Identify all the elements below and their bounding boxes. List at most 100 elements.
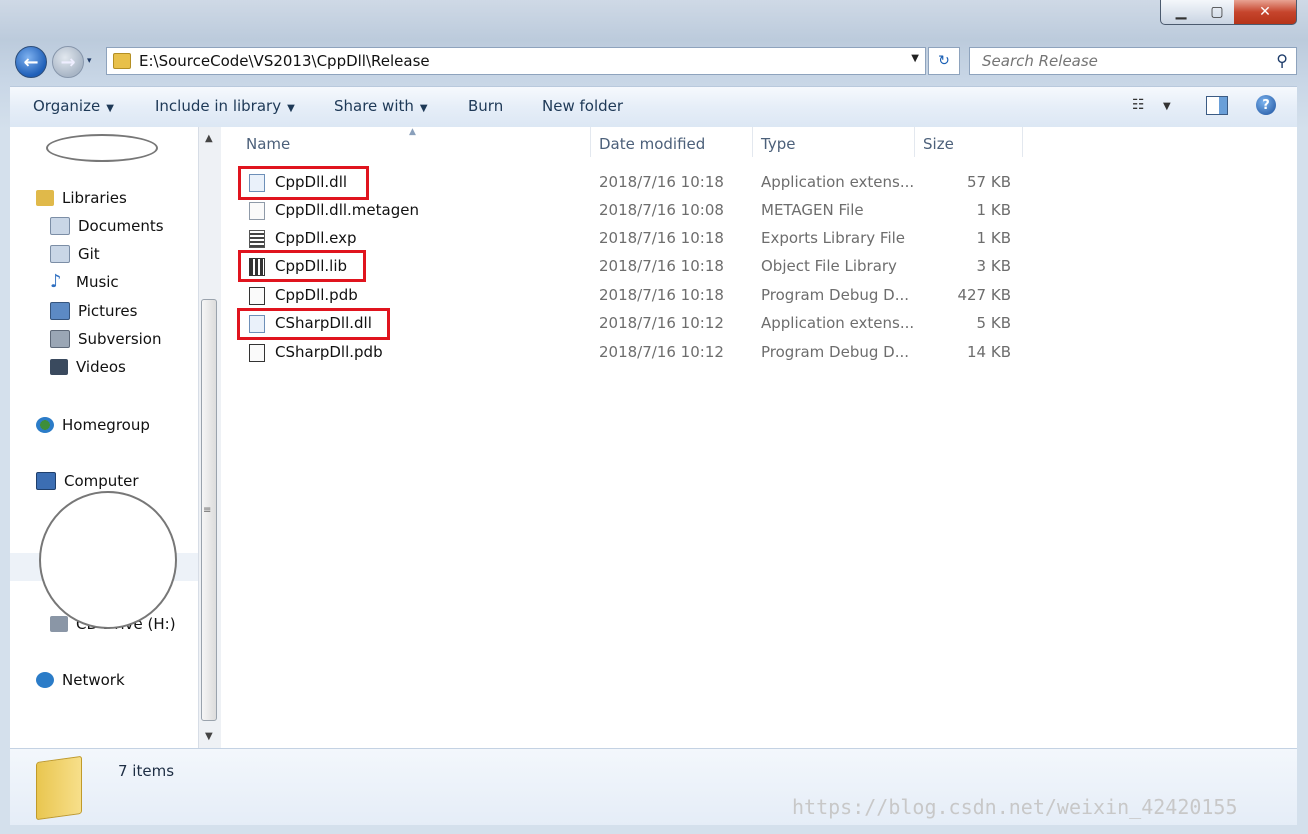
back-button[interactable]: ← bbox=[15, 46, 47, 78]
pdb-file-icon bbox=[249, 344, 265, 362]
explorer-window: ▁ ▢ ✕ ← → ▾ E:\SourceCode\VS2013\CppDll\… bbox=[0, 0, 1308, 834]
folder-icon bbox=[36, 755, 82, 821]
sidebar-item-label: Computer bbox=[64, 472, 139, 490]
address-dropdown-icon[interactable]: ▼ bbox=[911, 53, 919, 64]
sidebar-item-label: Network bbox=[62, 671, 125, 689]
file-type: Application extens... bbox=[761, 314, 915, 332]
sidebar-item-subversion[interactable]: Subversion bbox=[50, 330, 162, 348]
chevron-down-icon: ▼ bbox=[419, 103, 428, 114]
file-size: 14 KB bbox=[967, 343, 1011, 361]
file-size: 57 KB bbox=[967, 173, 1011, 191]
sidebar-item-git[interactable]: Git bbox=[50, 245, 100, 263]
include-in-library-button[interactable]: Include in library ▼ bbox=[155, 97, 295, 115]
address-bar[interactable]: E:\SourceCode\VS2013\CppDll\Release ▼ bbox=[106, 47, 926, 75]
recent-pages-dropdown[interactable]: ▾ bbox=[87, 56, 92, 66]
magnifier-icon[interactable]: ⚲ bbox=[1276, 51, 1288, 70]
organize-button[interactable]: Organize ▼ bbox=[33, 97, 114, 115]
table-row[interactable]: CppDll.exp 2018/7/16 10:18 Exports Libra… bbox=[239, 226, 1039, 252]
redaction-ellipse bbox=[46, 134, 158, 162]
file-date: 2018/7/16 10:12 bbox=[599, 343, 724, 361]
sidebar-item-music[interactable]: ♪ Music bbox=[50, 271, 119, 292]
pictures-icon bbox=[50, 302, 70, 320]
column-header-date[interactable]: Date modified bbox=[599, 135, 705, 153]
column-header-name[interactable]: Name bbox=[246, 135, 290, 153]
sidebar-item-homegroup[interactable]: Homegroup bbox=[36, 416, 150, 434]
computer-icon bbox=[36, 472, 56, 490]
sidebar-item-videos[interactable]: Videos bbox=[50, 358, 126, 376]
column-separator[interactable] bbox=[752, 127, 753, 157]
column-header-type[interactable]: Type bbox=[761, 135, 795, 153]
network-icon bbox=[36, 672, 54, 688]
scroll-down-icon[interactable]: ▼ bbox=[205, 731, 213, 742]
search-input[interactable] bbox=[980, 51, 1264, 71]
sidebar-item-network[interactable]: Network bbox=[36, 671, 125, 689]
highlight-box-cppdll-lib bbox=[238, 250, 366, 282]
file-size: 1 KB bbox=[976, 229, 1011, 247]
command-bar: Organize ▼ Include in library ▼ Share with… bbox=[10, 86, 1297, 128]
sort-ascending-icon: ▲ bbox=[409, 127, 416, 137]
highlight-box-csharpdll-dll bbox=[237, 308, 390, 340]
organize-label: Organize bbox=[33, 97, 101, 115]
file-list: ▲ Name Date modified Type Size CppDll.dl… bbox=[221, 127, 1297, 748]
scroll-up-icon[interactable]: ▲ bbox=[205, 133, 213, 144]
search-box[interactable]: ⚲ bbox=[969, 47, 1297, 75]
highlight-box-cppdll-dll bbox=[238, 166, 369, 200]
git-icon bbox=[50, 245, 70, 263]
table-row[interactable]: CSharpDll.pdb 2018/7/16 10:12 Program De… bbox=[239, 340, 1039, 366]
close-button[interactable]: ✕ bbox=[1234, 0, 1297, 25]
file-type: Exports Library File bbox=[761, 229, 906, 247]
sidebar-item-label: Documents bbox=[78, 217, 164, 235]
file-size: 3 KB bbox=[976, 257, 1011, 275]
music-icon: ♪ bbox=[50, 271, 62, 292]
file-date: 2018/7/16 10:18 bbox=[599, 286, 724, 304]
file-date: 2018/7/16 10:18 bbox=[599, 173, 724, 191]
sidebar-item-label: Pictures bbox=[78, 302, 138, 320]
sidebar-item-libraries[interactable]: Libraries bbox=[36, 189, 127, 207]
homegroup-icon bbox=[36, 417, 54, 433]
pdb-file-icon bbox=[249, 287, 265, 305]
share-label: Share with bbox=[334, 97, 414, 115]
include-label: Include in library bbox=[155, 97, 282, 115]
file-name: CppDll.exp bbox=[275, 229, 357, 247]
sidebar-item-label: Libraries bbox=[62, 189, 127, 207]
maximize-button[interactable]: ▢ bbox=[1200, 0, 1235, 25]
watermark: https://blog.csdn.net/weixin_42420155 bbox=[792, 795, 1238, 819]
file-name: CppDll.dll.metagen bbox=[275, 201, 419, 219]
file-type: Program Debug D... bbox=[761, 343, 910, 361]
file-date: 2018/7/16 10:18 bbox=[599, 229, 724, 247]
column-header-size[interactable]: Size bbox=[923, 135, 954, 153]
sidebar-item-computer[interactable]: Computer bbox=[36, 472, 139, 490]
refresh-button[interactable]: ↻ bbox=[928, 47, 960, 75]
file-date: 2018/7/16 10:12 bbox=[599, 314, 724, 332]
column-separator[interactable] bbox=[914, 127, 915, 157]
table-row[interactable]: CppDll.dll.metagen 2018/7/16 10:08 METAG… bbox=[239, 198, 1039, 224]
exports-file-icon bbox=[249, 230, 265, 248]
scrollbar-grip-icon: ≡ bbox=[203, 505, 212, 516]
file-date: 2018/7/16 10:18 bbox=[599, 257, 724, 275]
sidebar-item-pictures[interactable]: Pictures bbox=[50, 302, 137, 320]
item-count: 7 items bbox=[118, 762, 175, 780]
minimize-button[interactable]: ▁ bbox=[1160, 0, 1202, 25]
forward-button[interactable]: → bbox=[52, 46, 84, 78]
navigation-scrollbar[interactable]: ▲ ≡ ▼ bbox=[198, 127, 221, 748]
file-type: METAGEN File bbox=[761, 201, 864, 219]
table-row[interactable]: CppDll.pdb 2018/7/16 10:18 Program Debug… bbox=[239, 283, 1039, 309]
chevron-down-icon: ▼ bbox=[106, 103, 114, 114]
cd-drive-icon bbox=[50, 616, 68, 632]
help-button[interactable]: ? bbox=[1256, 95, 1276, 115]
views-icon: ☷ bbox=[1132, 97, 1145, 113]
share-with-button[interactable]: Share with ▼ bbox=[334, 97, 428, 115]
redaction-circle bbox=[39, 491, 177, 629]
file-type: Application extens... bbox=[761, 173, 915, 191]
change-view-button[interactable]: ☷ ▼ bbox=[1132, 97, 1171, 113]
videos-icon bbox=[50, 359, 68, 375]
preview-pane-icon[interactable] bbox=[1206, 96, 1228, 115]
file-size: 5 KB bbox=[976, 314, 1011, 332]
sidebar-item-documents[interactable]: Documents bbox=[50, 217, 164, 235]
new-folder-button[interactable]: New folder bbox=[542, 97, 623, 115]
column-separator[interactable] bbox=[590, 127, 591, 157]
burn-button[interactable]: Burn bbox=[468, 97, 503, 115]
folder-icon bbox=[113, 53, 131, 69]
column-separator[interactable] bbox=[1022, 127, 1023, 157]
chevron-down-icon: ▼ bbox=[287, 103, 295, 114]
